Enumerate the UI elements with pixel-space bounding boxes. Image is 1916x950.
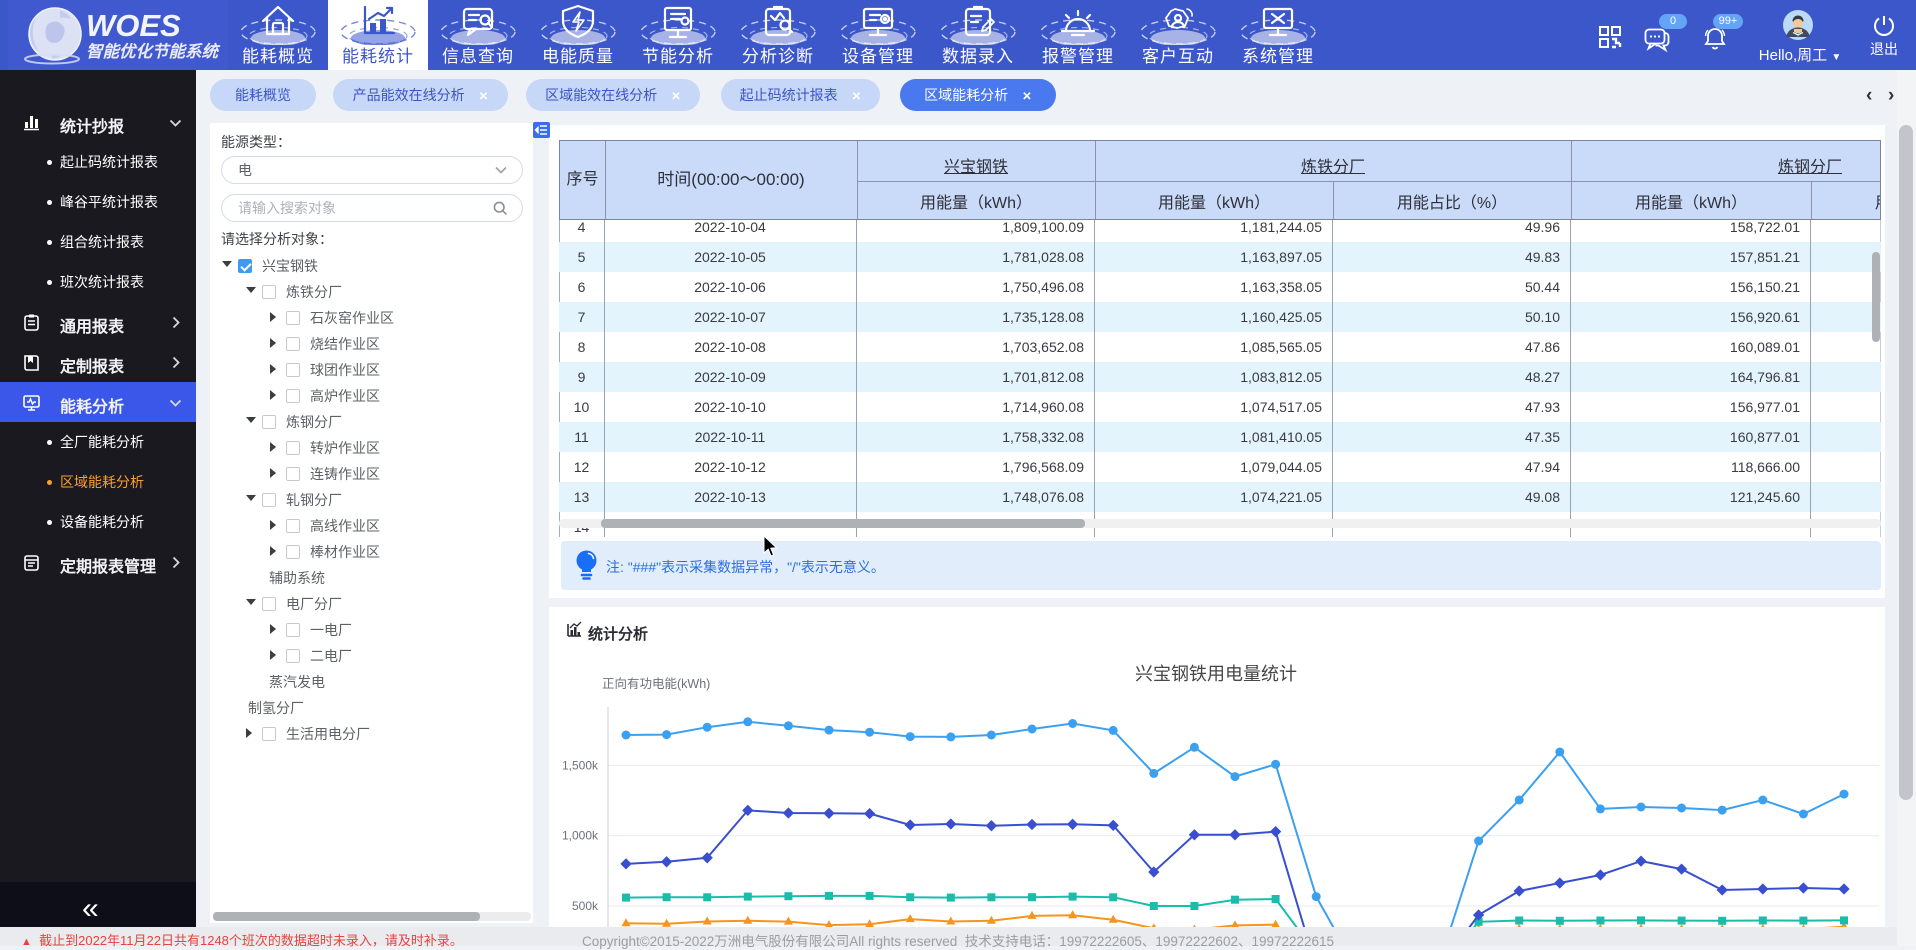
svg-text:兴宝钢铁用电量统计: 兴宝钢铁用电量统计: [1135, 664, 1297, 684]
svg-text:WOES: WOES: [86, 8, 181, 43]
svg-text:1,500k: 1,500k: [562, 758, 599, 772]
svg-text:500k: 500k: [572, 899, 599, 913]
svg-text:正向有功电能(kWh): 正向有功电能(kWh): [602, 676, 710, 691]
svg-text:1,000k: 1,000k: [562, 829, 599, 843]
svg-text:智能优化节能系统: 智能优化节能系统: [86, 42, 221, 61]
